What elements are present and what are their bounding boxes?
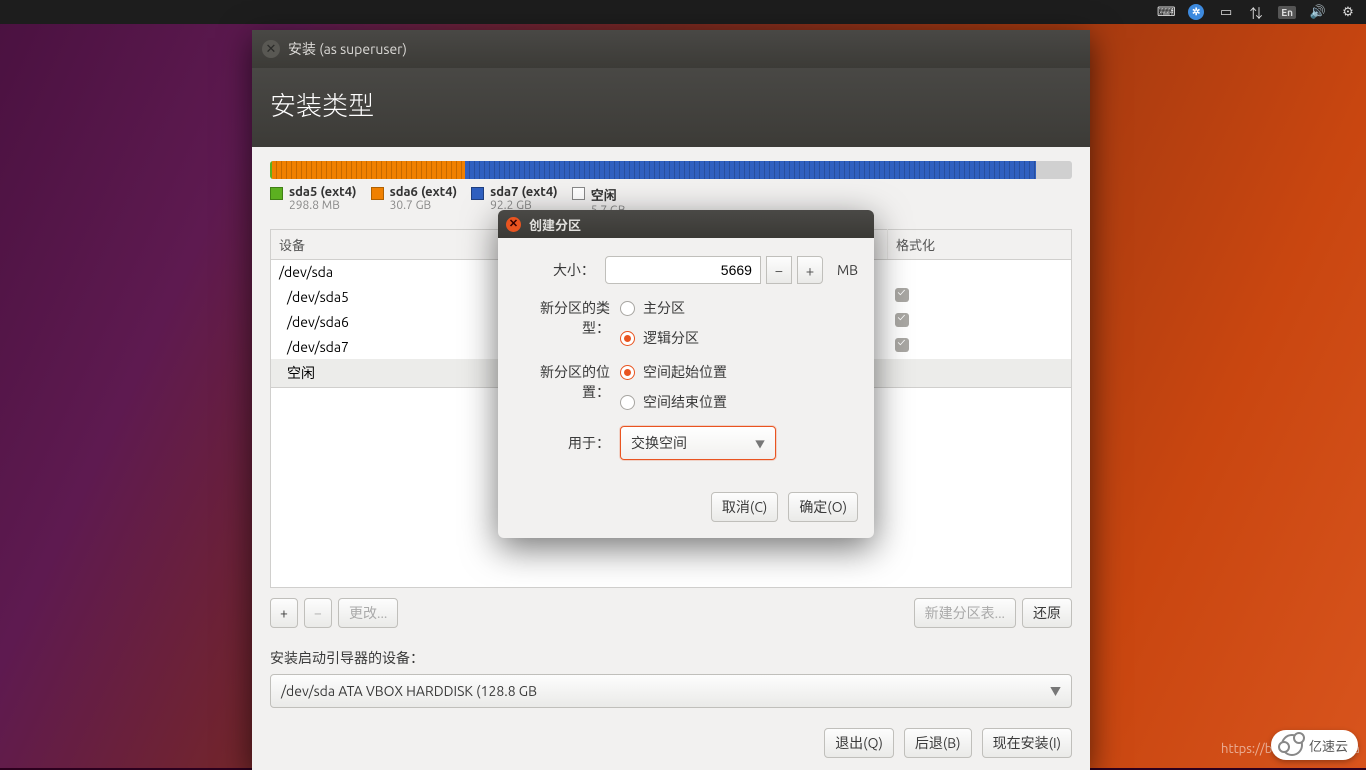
radio-label: 空间结束位置 (643, 392, 727, 412)
usefor-label: 用于： (514, 433, 610, 453)
window-title: 安装 (as superuser) (288, 39, 407, 59)
close-icon[interactable]: ✕ (262, 40, 280, 58)
location-label: 新分区的位置： (514, 362, 610, 402)
usefor-row: 用于： 交换空间 ▼ (514, 426, 858, 460)
check-icon[interactable] (895, 313, 909, 327)
check-icon[interactable] (895, 288, 909, 302)
radio-beginning[interactable]: 空间起始位置 (620, 362, 727, 382)
change-partition-button[interactable]: 更改... (338, 598, 398, 628)
ok-button[interactable]: 确定(O) (788, 492, 858, 522)
legend-label: 空闲 (591, 185, 626, 204)
dialog-title: 创建分区 (529, 215, 581, 234)
usefor-combo[interactable]: 交换空间 ▼ (620, 426, 776, 460)
bootloader-label: 安装启动引导器的设备： (270, 648, 1072, 668)
close-icon[interactable]: ✕ (506, 217, 521, 232)
install-now-button[interactable]: 现在安装(I) (982, 728, 1072, 758)
type-label: 新分区的类型： (514, 298, 610, 338)
radio-label: 空间起始位置 (643, 362, 727, 382)
swatch-icon (270, 187, 283, 200)
dialog-titlebar[interactable]: ✕ 创建分区 (498, 210, 874, 238)
spin-plus-button[interactable]: + (797, 256, 823, 284)
swatch-icon (371, 187, 384, 200)
radio-end[interactable]: 空间结束位置 (620, 392, 727, 412)
revert-button[interactable]: 还原 (1022, 598, 1072, 628)
size-spinner: − + MB (605, 256, 858, 284)
installer-header: 安装类型 (252, 68, 1090, 147)
gear-icon[interactable]: ⚙ (1340, 4, 1356, 20)
window-titlebar[interactable]: ✕ 安装 (as superuser) (252, 30, 1090, 68)
legend-size: 30.7 GB (390, 199, 458, 212)
disk-usage-bar (270, 161, 1072, 179)
radio-logical[interactable]: 逻辑分区 (620, 328, 699, 348)
swatch-icon (572, 187, 585, 200)
radio-primary[interactable]: 主分区 (620, 298, 699, 318)
brand-watermark: 亿速云 (1271, 730, 1358, 760)
seg-sda6 (272, 161, 465, 179)
cell-format[interactable] (887, 309, 1071, 334)
size-unit: MB (837, 262, 858, 278)
check-icon[interactable] (895, 338, 909, 352)
input-language-indicator[interactable]: En (1278, 6, 1296, 19)
network-icon[interactable]: ⇅ (1248, 4, 1264, 20)
accessibility-icon[interactable]: ✲ (1188, 4, 1204, 20)
spin-minus-button[interactable]: − (766, 256, 792, 284)
volume-icon[interactable]: 🔊 (1310, 4, 1326, 20)
chevron-down-icon: ▼ (755, 436, 765, 451)
brand-text: 亿速云 (1309, 736, 1348, 755)
col-format: 格式化 (887, 230, 1071, 260)
top-panel: ⌨ ✲ ▭ ⇅ En 🔊 ⚙ (0, 0, 1366, 24)
page-title: 安装类型 (270, 86, 1072, 123)
seg-sda7 (465, 161, 1036, 179)
usefor-value: 交换空间 (631, 433, 687, 453)
radio-label: 主分区 (643, 298, 685, 318)
legend-size: 298.8 MB (289, 199, 357, 212)
bootloader-device-text: /dev/sda ATA VBOX HARDDISK (128.8 GB (281, 683, 537, 699)
seg-free (1036, 161, 1072, 179)
swatch-icon (471, 187, 484, 200)
add-partition-button[interactable]: + (270, 598, 298, 628)
legend-item: sda5 (ext4)298.8 MB (270, 185, 357, 217)
legend-label: sda6 (ext4) (390, 185, 458, 199)
create-partition-dialog: ✕ 创建分区 大小： − + MB 新分区的类型： 主分区 逻辑分区 新分区的位… (498, 210, 874, 538)
back-button[interactable]: 后退(B) (904, 728, 972, 758)
legend-item: sda6 (ext4)30.7 GB (371, 185, 458, 217)
remove-partition-button[interactable]: − (304, 598, 332, 628)
chevron-down-icon: ▼ (1050, 683, 1061, 699)
radio-label: 逻辑分区 (643, 328, 699, 348)
brand-logo-icon (1281, 734, 1303, 756)
wizard-nav: 退出(Q) 后退(B) 现在安装(I) (824, 728, 1072, 758)
cell-format[interactable] (887, 284, 1071, 309)
battery-icon[interactable]: ▭ (1218, 4, 1234, 20)
location-row: 新分区的位置： 空间起始位置 空间结束位置 (514, 362, 858, 412)
new-partition-table-button[interactable]: 新建分区表... (914, 598, 1016, 628)
legend-label: sda7 (ext4) (490, 185, 558, 199)
size-row: 大小： − + MB (514, 256, 858, 284)
size-label: 大小： (514, 260, 595, 280)
quit-button[interactable]: 退出(Q) (824, 728, 894, 758)
keyboard-icon[interactable]: ⌨ (1158, 4, 1174, 20)
partition-toolbar: + − 更改... 新建分区表... 还原 (270, 598, 1072, 628)
type-row: 新分区的类型： 主分区 逻辑分区 (514, 298, 858, 348)
legend-label: sda5 (ext4) (289, 185, 357, 199)
bootloader-device-combo[interactable]: /dev/sda ATA VBOX HARDDISK (128.8 GB ▼ (270, 674, 1072, 708)
cell-format[interactable] (887, 334, 1071, 359)
cancel-button[interactable]: 取消(C) (711, 492, 778, 522)
size-input[interactable] (605, 256, 761, 284)
